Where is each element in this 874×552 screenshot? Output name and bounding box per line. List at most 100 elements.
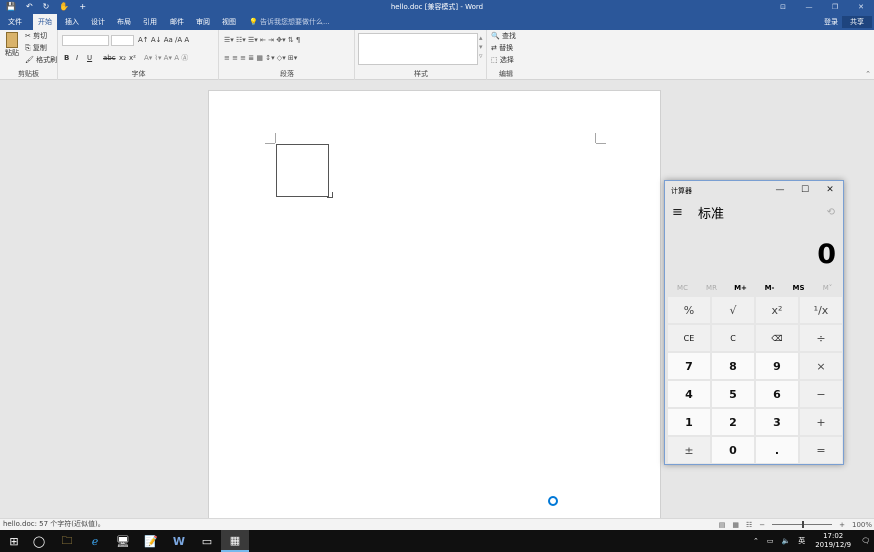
memory-add-button[interactable]: M+ — [726, 282, 755, 294]
tab-view[interactable]: 视图 — [217, 14, 241, 30]
text-effects-icon[interactable]: A▾ ⌇▾ A▾ A Ⓐ — [144, 54, 188, 63]
network-icon[interactable]: ▭ — [763, 537, 778, 545]
clock[interactable]: 17:02 2019/12/9 — [809, 532, 857, 550]
digit-9-button[interactable]: 9 — [756, 353, 798, 379]
bold-button[interactable]: B — [64, 54, 69, 63]
remote-desktop-icon[interactable]: 🖥 — [109, 530, 137, 552]
subscript-button[interactable]: x₂ — [119, 54, 126, 63]
digit-4-button[interactable]: 4 — [668, 381, 710, 407]
underline-button[interactable]: U — [87, 54, 92, 63]
calc-maximize-button[interactable]: ☐ — [794, 183, 816, 197]
print-layout-icon[interactable]: ▦ — [732, 521, 739, 529]
ribbon-display-options-icon[interactable]: ⊡ — [770, 0, 796, 14]
sign-in-link[interactable]: 登录 — [824, 14, 838, 30]
notepad-icon[interactable]: 📝 — [137, 530, 165, 552]
square-root-button[interactable]: √ — [712, 297, 754, 323]
clear-entry-button[interactable]: CE — [668, 325, 710, 351]
history-icon[interactable]: ⟲ — [827, 207, 835, 218]
volume-muted-icon[interactable]: 🔈 — [777, 537, 794, 545]
command-prompt-icon[interactable]: ▭ — [193, 530, 221, 552]
digit-3-button[interactable]: 3 — [756, 409, 798, 435]
start-windows-icon[interactable]: ⊞ — [0, 530, 28, 552]
subtract-button[interactable]: − — [800, 381, 842, 407]
multiply-button[interactable]: × — [800, 353, 842, 379]
document-page[interactable] — [208, 90, 661, 518]
format-painter-button[interactable]: 🖌 格式刷 — [25, 56, 57, 65]
copy-button[interactable]: ⎘ 复制 — [25, 44, 47, 53]
memory-list-button[interactable]: M˅ — [813, 282, 842, 294]
paste-button[interactable]: 粘贴 — [3, 32, 21, 62]
percent-button[interactable]: % — [668, 297, 710, 323]
ime-indicator[interactable]: 英 — [794, 536, 809, 546]
add-button[interactable]: + — [800, 409, 842, 435]
memory-subtract-button[interactable]: M- — [755, 282, 784, 294]
tab-file[interactable]: 文件 — [3, 14, 27, 30]
close-button[interactable]: ✕ — [848, 0, 874, 14]
read-mode-icon[interactable]: ▤ — [719, 521, 726, 529]
tab-references[interactable]: 引用 — [138, 14, 162, 30]
tab-layout[interactable]: 布局 — [112, 14, 136, 30]
grow-font-icon[interactable]: A↑ A↓ Aa ∕A A — [138, 36, 189, 45]
calc-close-button[interactable]: ✕ — [819, 183, 841, 197]
alignment-buttons-icon[interactable]: ≡ ≡ ≡ ≣ ▦ ↕▾ ◇▾ ⊞▾ — [224, 54, 297, 63]
word-count-status[interactable]: hello.doc: 57 个字符(近似值)。 — [3, 519, 105, 530]
text-box-resize-handle[interactable] — [327, 192, 333, 198]
styles-scroll-icon[interactable]: ▴ ▾ ▿ — [479, 34, 483, 61]
italic-button[interactable]: I — [76, 54, 78, 63]
divide-button[interactable]: ÷ — [800, 325, 842, 351]
font-name-dropdown[interactable] — [62, 35, 109, 46]
select-button[interactable]: ⬚ 选择 — [491, 56, 514, 65]
tab-design[interactable]: 设计 — [86, 14, 110, 30]
decimal-button[interactable]: . — [756, 437, 798, 463]
superscript-button[interactable]: x² — [129, 54, 136, 63]
calculator-app-icon[interactable]: ▦ — [221, 530, 249, 552]
negate-button[interactable]: ± — [668, 437, 710, 463]
file-explorer-icon[interactable]: 🗀 — [53, 530, 81, 552]
web-layout-icon[interactable]: ☷ — [746, 521, 752, 529]
collapse-ribbon-icon[interactable]: ⌃ — [865, 70, 871, 79]
reciprocal-button[interactable]: ¹/x — [800, 297, 842, 323]
strikethrough-button[interactable]: abc — [103, 54, 116, 63]
memory-clear-button[interactable]: MC — [668, 282, 697, 294]
digit-7-button[interactable]: 7 — [668, 353, 710, 379]
digit-0-button[interactable]: 0 — [712, 437, 754, 463]
find-button[interactable]: 🔍 查找 — [491, 32, 516, 41]
text-box[interactable] — [276, 144, 329, 197]
font-size-dropdown[interactable] — [111, 35, 134, 46]
tab-insert[interactable]: 插入 — [60, 14, 84, 30]
styles-gallery[interactable] — [358, 33, 478, 65]
clear-button[interactable]: C — [712, 325, 754, 351]
digit-6-button[interactable]: 6 — [756, 381, 798, 407]
tab-review[interactable]: 审阅 — [191, 14, 215, 30]
memory-recall-button[interactable]: MR — [697, 282, 726, 294]
hamburger-menu-icon[interactable]: ≡ — [672, 205, 683, 220]
zoom-slider-thumb[interactable] — [802, 521, 805, 528]
equals-button[interactable]: = — [800, 437, 842, 463]
memory-store-button[interactable]: MS — [784, 282, 813, 294]
replace-button[interactable]: ⇄ 替换 — [491, 44, 513, 53]
list-buttons-icon[interactable]: ☰▾ ☷▾ ☰▾ ⇤ ⇥ ✥▾ ⇅ ¶ — [224, 36, 300, 45]
cut-button[interactable]: ✂ 剪切 — [25, 32, 47, 41]
tab-mailings[interactable]: 邮件 — [165, 14, 189, 30]
calc-minimize-button[interactable]: — — [769, 183, 791, 197]
digit-2-button[interactable]: 2 — [712, 409, 754, 435]
word-app-icon[interactable]: W — [165, 530, 193, 552]
zoom-level[interactable]: 100% — [852, 521, 872, 529]
tray-chevron-icon[interactable]: ⌃ — [749, 537, 763, 545]
tab-home[interactable]: 开始 — [33, 14, 57, 30]
zoom-out-button[interactable]: − — [759, 521, 765, 529]
restore-button[interactable]: ❐ — [822, 0, 848, 14]
digit-8-button[interactable]: 8 — [712, 353, 754, 379]
tell-me-search[interactable]: 💡 告诉我您想要做什么... — [249, 14, 330, 30]
backspace-button[interactable]: ⌫ — [756, 325, 798, 351]
zoom-in-button[interactable]: + — [839, 521, 845, 529]
notifications-icon[interactable]: 🗨 — [857, 537, 874, 545]
minimize-button[interactable]: — — [796, 0, 822, 14]
internet-explorer-icon[interactable]: ℯ — [81, 530, 109, 552]
zoom-slider[interactable] — [772, 521, 833, 528]
digit-1-button[interactable]: 1 — [668, 409, 710, 435]
digit-5-button[interactable]: 5 — [712, 381, 754, 407]
share-button[interactable]: 共享 — [842, 16, 872, 28]
search-icon[interactable]: ◯ — [25, 530, 53, 552]
square-button[interactable]: x² — [756, 297, 798, 323]
